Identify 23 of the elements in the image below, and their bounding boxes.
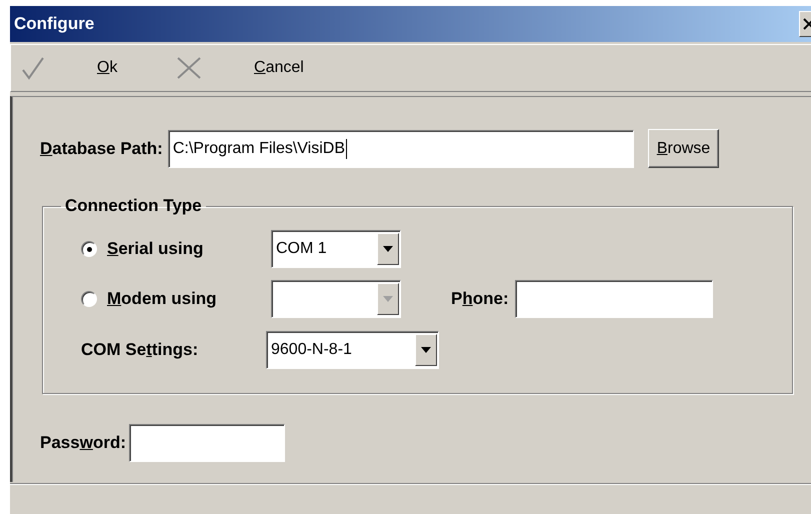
caret-icon [383, 246, 393, 252]
field-label: COM Settings: [81, 340, 200, 360]
check-icon [21, 56, 45, 80]
toolbar-button[interactable]: Ok [21, 56, 176, 80]
phone-field[interactable] [514, 280, 713, 318]
field-label: Password: [40, 433, 126, 453]
browse-button[interactable]: Browse [648, 129, 720, 168]
radio-button[interactable] [81, 291, 97, 307]
path-field[interactable]: C:\Program Files\VisiDB [168, 130, 634, 168]
caret-icon [383, 296, 393, 302]
option-label: Modem using [107, 289, 218, 309]
toolbar-button[interactable]: Cancel [176, 56, 304, 80]
window-title: Configure [14, 14, 94, 34]
dropdown[interactable]: 9600-N-8-1 [266, 331, 439, 369]
option-label: Serial using [107, 239, 204, 259]
close-icon [176, 56, 202, 80]
field-label: Database Path: [40, 138, 163, 158]
caret-icon [421, 347, 431, 353]
field-label: Phone: [451, 289, 509, 309]
radio-button[interactable] [81, 241, 97, 257]
password-field[interactable] [128, 424, 285, 462]
dropdown[interactable]: COM 1 [271, 230, 401, 268]
group-title: Connection Type [64, 196, 203, 216]
